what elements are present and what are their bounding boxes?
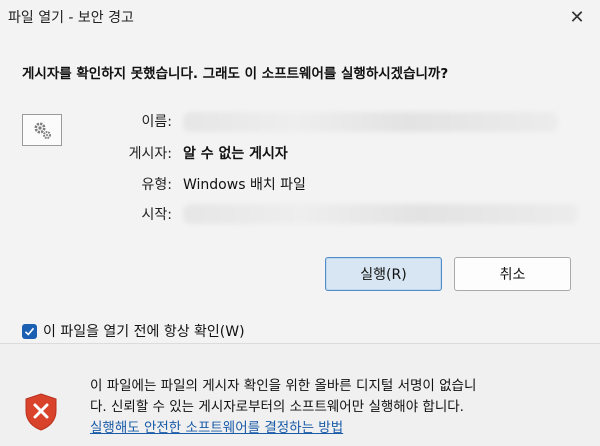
- always-ask-checkbox[interactable]: [22, 323, 37, 339]
- warning-line-1: 이 파일에는 파일의 게시자 확인을 위한 올바른 디지털 서명이 없습니: [90, 378, 477, 394]
- security-shield-x-icon: [25, 393, 57, 431]
- publisher-value: 알 수 없는 게시자: [183, 146, 288, 162]
- checkmark-icon: [24, 327, 35, 336]
- warning-message: 이 파일에는 파일의 게시자 확인을 위한 올바른 디지털 서명이 없습니 다.…: [90, 376, 590, 439]
- title-bar: 파일 열기 - 보안 경고 ✕: [0, 0, 600, 34]
- type-label: 유형:: [141, 177, 172, 193]
- run-button[interactable]: 실행(R): [325, 257, 442, 291]
- always-ask-option[interactable]: 이 파일을 열기 전에 항상 확인(W): [22, 321, 245, 341]
- cancel-button[interactable]: 취소: [454, 257, 571, 291]
- name-value-redacted: [183, 112, 558, 132]
- file-type-icon: [22, 114, 62, 146]
- name-label: 이름:: [141, 114, 172, 130]
- warning-line-2: 다. 신뢰할 수 있는 게시자로부터의 소프트웨어만 실행해야 합니다.: [90, 399, 464, 415]
- publisher-label: 게시자:: [128, 146, 172, 162]
- security-question: 게시자를 확인하지 못했습니다. 그래도 이 소프트웨어를 실행하시겠습니까?: [22, 66, 449, 82]
- always-ask-label: 이 파일을 열기 전에 항상 확인(W): [43, 324, 245, 340]
- warning-footer: 이 파일에는 파일의 게시자 확인을 위한 올바른 디지털 서명이 없습니 다.…: [0, 344, 600, 446]
- window-title: 파일 열기 - 보안 경고: [8, 10, 134, 26]
- close-button[interactable]: ✕: [554, 0, 600, 34]
- close-icon: ✕: [569, 6, 585, 28]
- safety-help-link[interactable]: 실행해도 안전한 소프트웨어를 결정하는 방법: [90, 418, 590, 439]
- gear-icon: [34, 122, 51, 139]
- type-value: Windows 배치 파일: [183, 177, 306, 193]
- dialog-content: 게시자를 확인하지 못했습니다. 그래도 이 소프트웨어를 실행하시겠습니까? …: [0, 34, 600, 344]
- from-value-redacted: [183, 204, 578, 224]
- from-label: 시작:: [141, 207, 172, 223]
